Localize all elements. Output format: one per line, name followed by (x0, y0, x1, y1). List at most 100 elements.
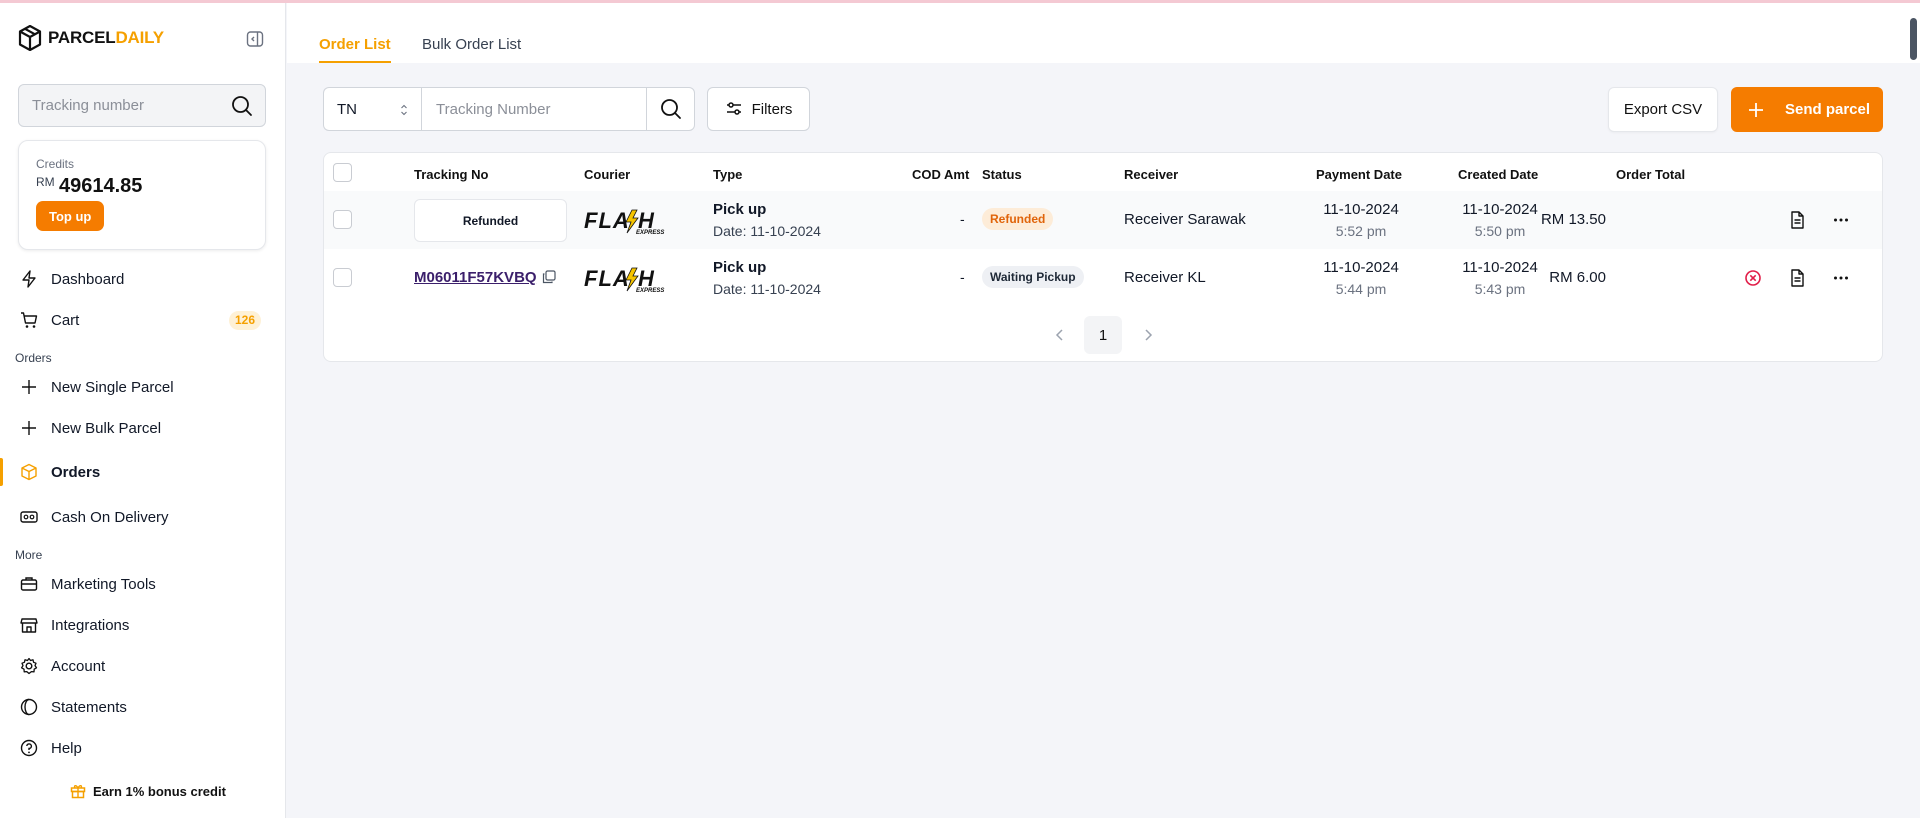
top-up-button[interactable]: Top up (36, 201, 105, 231)
credits-label: Credits (36, 157, 75, 171)
sidebar-item-orders[interactable]: Orders (0, 454, 285, 490)
tracking-number-input[interactable] (422, 88, 642, 130)
tab-bulk-order-list[interactable]: Bulk Order List (422, 36, 521, 53)
svg-text:FLA: FLA (584, 266, 630, 291)
filters-button[interactable]: Filters (707, 87, 810, 131)
sidebar-item-label: Statements (51, 698, 127, 716)
sliders-icon (726, 102, 741, 115)
flash-express-logo: FLA H EXPRESS (584, 266, 664, 293)
send-parcel-label: Send parcel (1785, 101, 1871, 118)
column-header-order-total: Order Total (1616, 167, 1686, 182)
column-header-courier: Courier (584, 167, 631, 182)
export-csv-button[interactable]: Export CSV (1608, 87, 1718, 132)
chevron-left-icon[interactable] (1052, 327, 1068, 343)
payment-date: 11-10-2024 (1323, 201, 1399, 218)
tracking-number-link[interactable]: M06011F57KVBQ (414, 269, 537, 286)
earn-bonus-label: Earn 1% bonus credit (93, 783, 226, 799)
column-header-cod: COD Amt (912, 167, 970, 182)
lightning-icon (20, 270, 38, 288)
brand-name: PARCELDAILY (48, 28, 164, 47)
sidebar-item-statements[interactable]: Statements (0, 689, 285, 725)
status-badge: Waiting Pickup (982, 266, 1084, 288)
plus-icon (20, 378, 38, 396)
sidebar-item-new-single-parcel[interactable]: New Single Parcel (0, 369, 285, 405)
sidebar-item-label: Dashboard (51, 270, 125, 288)
document-icon[interactable] (1787, 210, 1807, 230)
copy-icon[interactable] (542, 270, 556, 284)
sidebar-item-label: Account (51, 657, 106, 675)
more-options-icon[interactable] (1831, 210, 1851, 230)
cod-icon (20, 508, 38, 526)
column-header-type: Type (713, 167, 743, 182)
sidebar-item-new-bulk-parcel[interactable]: New Bulk Parcel (0, 410, 285, 446)
tracking-search-button[interactable] (646, 87, 695, 131)
plus-icon (20, 419, 38, 437)
table-row[interactable]: Refunded FLA H EXPRESS Pick up Date: 11-… (324, 191, 1882, 249)
collapse-sidebar-icon[interactable] (246, 30, 264, 48)
credits-card: Credits RM 49614.85 Top up (18, 140, 266, 250)
earn-bonus-credit-link[interactable]: Earn 1% bonus credit (70, 783, 226, 799)
help-icon (20, 739, 38, 757)
sidebar-item-cash-on-delivery[interactable]: Cash On Delivery (0, 499, 285, 535)
parcel-logo-icon (18, 25, 42, 51)
receiver-name: Receiver Sarawak (1124, 211, 1246, 228)
brand-logo[interactable]: PARCELDAILY (18, 25, 164, 51)
sidebar: PARCELDAILY Credits RM 49614.85 Top up D… (0, 3, 286, 818)
send-parcel-button[interactable]: Send parcel (1731, 87, 1883, 132)
svg-text:EXPRESS: EXPRESS (636, 230, 664, 235)
column-header-created-date: Created Date (1458, 167, 1539, 182)
search-type-select[interactable]: TN (323, 87, 422, 131)
row-checkbox[interactable] (333, 268, 352, 287)
status-badge: Refunded (982, 208, 1054, 230)
sidebar-item-marketing-tools[interactable]: Marketing Tools (0, 566, 285, 602)
pickup-date: Date: 11-10-2024 (713, 223, 821, 239)
payment-time: 5:52 pm (1335, 223, 1387, 239)
section-label-orders: Orders (15, 351, 52, 365)
tab-bar: Order List Bulk Order List (287, 3, 1920, 63)
statements-icon (20, 698, 38, 716)
cart-count-badge: 126 (228, 311, 261, 330)
document-icon[interactable] (1787, 268, 1807, 288)
more-options-icon[interactable] (1831, 268, 1851, 288)
column-header-tracking: Tracking No (414, 167, 489, 182)
search-icon[interactable] (231, 95, 253, 117)
sidebar-item-label: New Single Parcel (51, 378, 174, 396)
sidebar-item-label: Marketing Tools (51, 575, 156, 593)
sidebar-item-dashboard[interactable]: Dashboard (0, 261, 285, 297)
select-all-checkbox[interactable] (333, 163, 352, 182)
column-header-payment-date: Payment Date (1316, 167, 1402, 182)
row-checkbox[interactable] (333, 210, 352, 229)
svg-text:EXPRESS: EXPRESS (636, 288, 664, 293)
store-icon (20, 616, 38, 634)
page-1-button[interactable]: 1 (1084, 316, 1122, 354)
order-total: RM 13.50 (1540, 211, 1606, 228)
updown-chevron-icon (401, 104, 407, 116)
order-type: Pick up (713, 201, 767, 218)
sidebar-item-label: Orders (51, 463, 101, 481)
cod-amount: - (960, 269, 965, 285)
chevron-right-icon[interactable] (1140, 327, 1156, 343)
sidebar-item-account[interactable]: Account (0, 648, 285, 684)
table-row[interactable]: M06011F57KVBQ FLA H EXPRESS Pick up Date… (324, 249, 1882, 307)
sidebar-item-help[interactable]: Help (0, 730, 285, 766)
tracking-number-field (421, 87, 647, 131)
section-label-more: More (15, 548, 43, 562)
receiver-name: Receiver KL (1124, 269, 1206, 286)
sidebar-tracking-search-input[interactable] (19, 85, 219, 126)
gear-icon (20, 657, 38, 675)
scrollbar[interactable] (1910, 18, 1917, 60)
sidebar-item-integrations[interactable]: Integrations (0, 607, 285, 643)
cod-amount: - (960, 211, 965, 227)
sidebar-search (18, 84, 266, 127)
sidebar-item-label: New Bulk Parcel (51, 419, 162, 437)
flash-express-logo: FLA H EXPRESS (584, 208, 664, 235)
tab-order-list[interactable]: Order List (319, 36, 391, 63)
box-icon (20, 463, 38, 481)
briefcase-icon (20, 575, 38, 593)
sidebar-item-cart[interactable]: Cart 126 (0, 302, 285, 338)
cancel-order-icon[interactable] (1743, 268, 1763, 288)
pickup-date: Date: 11-10-2024 (713, 281, 821, 297)
gift-icon (70, 785, 86, 799)
order-type: Pick up (713, 259, 767, 276)
payment-time: 5:44 pm (1335, 281, 1387, 297)
